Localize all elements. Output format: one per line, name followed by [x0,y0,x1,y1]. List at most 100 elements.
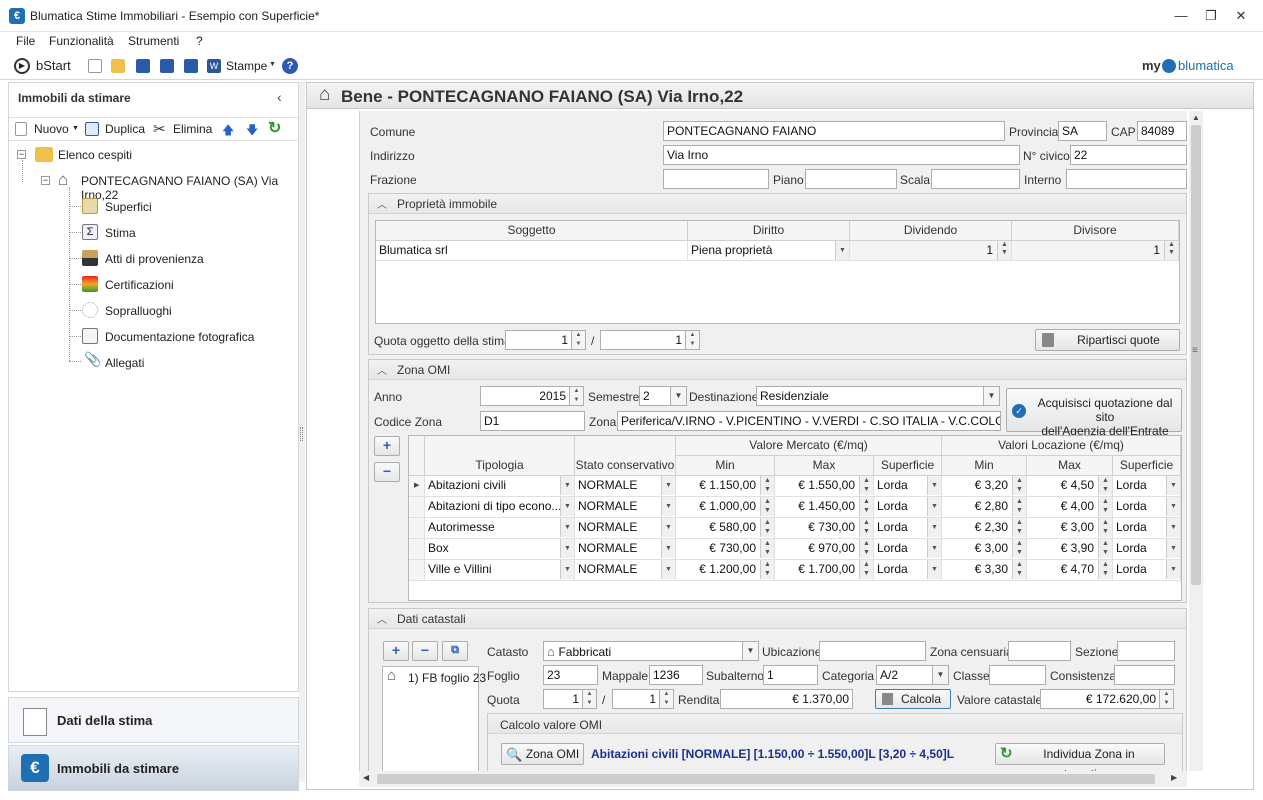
omi-cell-tip[interactable]: Box [425,539,575,560]
save-icon[interactable] [136,59,150,73]
spin-icon[interactable]: ▲ ▼ [1012,497,1026,516]
tree-bene[interactable]: PONTECAGNANO FAIANO (SA) Via Irno,22 [81,174,298,202]
col-vl-max[interactable]: Max [1027,456,1113,476]
tree-root[interactable]: Elenco cespiti [58,148,132,162]
spin-icon[interactable]: ▲ ▼ [1098,476,1112,495]
spin-icon[interactable]: ▲ ▼ [760,497,774,516]
dropdown-icon[interactable]: ▼ [560,518,574,537]
catasto-header[interactable]: ︿ Dati catastali [369,609,1186,629]
spin-icon[interactable]: ▲ ▼ [859,539,873,558]
add-row-button[interactable]: + [374,436,400,456]
spin-icon[interactable]: ▲ ▼ [760,539,774,558]
dropdown-icon[interactable]: ▼ [560,560,574,579]
h-scroll-thumb[interactable] [377,774,1155,784]
dropdown-icon[interactable]: ▼ [560,539,574,558]
cell-divisore[interactable]: 1 [1012,241,1179,261]
zona-omi-button[interactable]: 🔍 Zona OMI [501,743,584,765]
vertical-scrollbar[interactable]: ▲ ≡ [1189,111,1203,771]
dropdown-icon[interactable]: ▼ [661,518,675,537]
nuovo-dropdown-icon[interactable]: ▼ [72,125,79,132]
spin-icon[interactable]: ▲ ▼ [1098,497,1112,516]
save-as-icon[interactable] [184,59,198,73]
tree-item-certificazioni[interactable]: Certificazioni [105,278,174,292]
cell-soggetto[interactable]: Blumatica srl [376,241,688,261]
duplicate-catasto-button[interactable]: ⧉ [442,641,468,661]
row-indicator[interactable] [409,560,425,581]
quota-a-field[interactable]: 1 [505,330,572,350]
anno-field[interactable]: 2015 [480,386,570,406]
catasto-field[interactable]: ⌂ Fabbricati [543,641,743,661]
word-icon[interactable]: W [207,59,221,73]
tree-item-sopralluoghi[interactable]: Sopralluoghi [105,304,172,318]
tree-item-documentazione[interactable]: Documentazione fotografica [105,330,254,344]
quota-a-spin-icon[interactable]: ▲ ▼ [572,330,586,350]
semestre-dropdown-icon[interactable]: ▼ [671,386,687,406]
subalterno-field[interactable]: 1 [763,665,818,685]
minimize-icon[interactable]: — [1170,6,1192,26]
spin-icon[interactable]: ▲ ▼ [1012,476,1026,495]
col-vl-superficie[interactable]: Superficie [1113,456,1181,476]
spin-icon[interactable]: ▲ ▼ [1098,539,1112,558]
spin-icon[interactable]: ▲ ▼ [1098,560,1112,579]
add-catasto-button[interactable]: + [383,641,409,661]
omi-cell-tip[interactable]: Abitazioni civili [425,476,575,497]
calcola-button[interactable]: Calcola [875,689,951,709]
collapse-icon[interactable]: ︿ [377,196,387,211]
dividendo-spin-icon[interactable]: ▲ ▼ [997,241,1011,260]
ripartisci-button[interactable]: Ripartisci quote [1035,329,1180,351]
row-indicator[interactable] [409,518,425,539]
remove-row-button[interactable]: − [374,462,400,482]
categoria-field[interactable]: A/2 [876,665,933,685]
omi-header[interactable]: ︿ Zona OMI [369,360,1186,380]
dropdown-icon[interactable]: ▼ [560,476,574,495]
dropdown-icon[interactable]: ▼ [1166,497,1180,516]
spin-icon[interactable]: ▲ ▼ [859,476,873,495]
dropdown-icon[interactable]: ▼ [661,560,675,579]
dropdown-icon[interactable]: ▼ [661,539,675,558]
collapse-icon[interactable]: ︿ [377,611,387,626]
spin-icon[interactable]: ▲ ▼ [859,518,873,537]
interno-field[interactable] [1066,169,1187,189]
quota-a-spin-icon[interactable]: ▲ ▼ [583,689,597,709]
spin-icon[interactable]: ▲ ▼ [1012,539,1026,558]
dropdown-icon[interactable]: ▼ [1166,476,1180,495]
frazione-field[interactable] [663,169,769,189]
piano-field[interactable] [805,169,897,189]
dropdown-icon[interactable]: ▼ [661,476,675,495]
help-icon[interactable]: ? [282,58,298,74]
bstart-button[interactable]: bStart [36,58,71,73]
nav-dati-stima[interactable]: Dati della stima [8,697,299,743]
dropdown-icon[interactable]: ▼ [927,539,941,558]
row-indicator[interactable] [409,539,425,560]
col-dividendo[interactable]: Dividendo [850,221,1012,241]
indirizzo-field[interactable]: Via Irno [663,145,1020,165]
dropdown-icon[interactable]: ▼ [927,497,941,516]
dropdown-icon[interactable]: ▼ [1166,560,1180,579]
omi-cell-tip[interactable]: Autorimesse [425,518,575,539]
civico-field[interactable]: 22 [1070,145,1187,165]
scroll-up-icon[interactable]: ▲ [1192,113,1200,122]
cell-diritto[interactable]: Piena proprietà [688,241,850,261]
remove-catasto-button[interactable]: − [412,641,438,661]
spin-icon[interactable]: ▲ ▼ [1012,560,1026,579]
catasto-dropdown-icon[interactable]: ▼ [743,641,759,661]
omi-cell-tip[interactable]: Abitazioni di tipo econo... [425,497,575,518]
tree-expander[interactable]: − [41,176,50,185]
dropdown-icon[interactable]: ▼ [560,497,574,516]
quota-a-field[interactable]: 1 [543,689,583,709]
bstart-icon[interactable]: ▶ [14,58,30,74]
menu-funzionalita[interactable]: Funzionalità [49,34,114,48]
horizontal-scrollbar[interactable]: ◀ ▶ [359,771,1187,787]
col-vm-max[interactable]: Max [775,456,874,476]
destinazione-field[interactable]: Residenziale [756,386,984,406]
zona-censuaria-field[interactable] [1008,641,1071,661]
col-soggetto[interactable]: Soggetto [376,221,688,241]
spin-icon[interactable]: ▲ ▼ [859,560,873,579]
spin-icon[interactable]: ▲ ▼ [760,476,774,495]
col-diritto[interactable]: Diritto [688,221,850,241]
spin-icon[interactable]: ▲ ▼ [1098,518,1112,537]
duplica-button[interactable]: Duplica [105,122,145,136]
dropdown-icon[interactable]: ▼ [927,476,941,495]
mappale-field[interactable]: 1236 [649,665,703,685]
collapse-icon[interactable]: ︿ [377,362,387,377]
